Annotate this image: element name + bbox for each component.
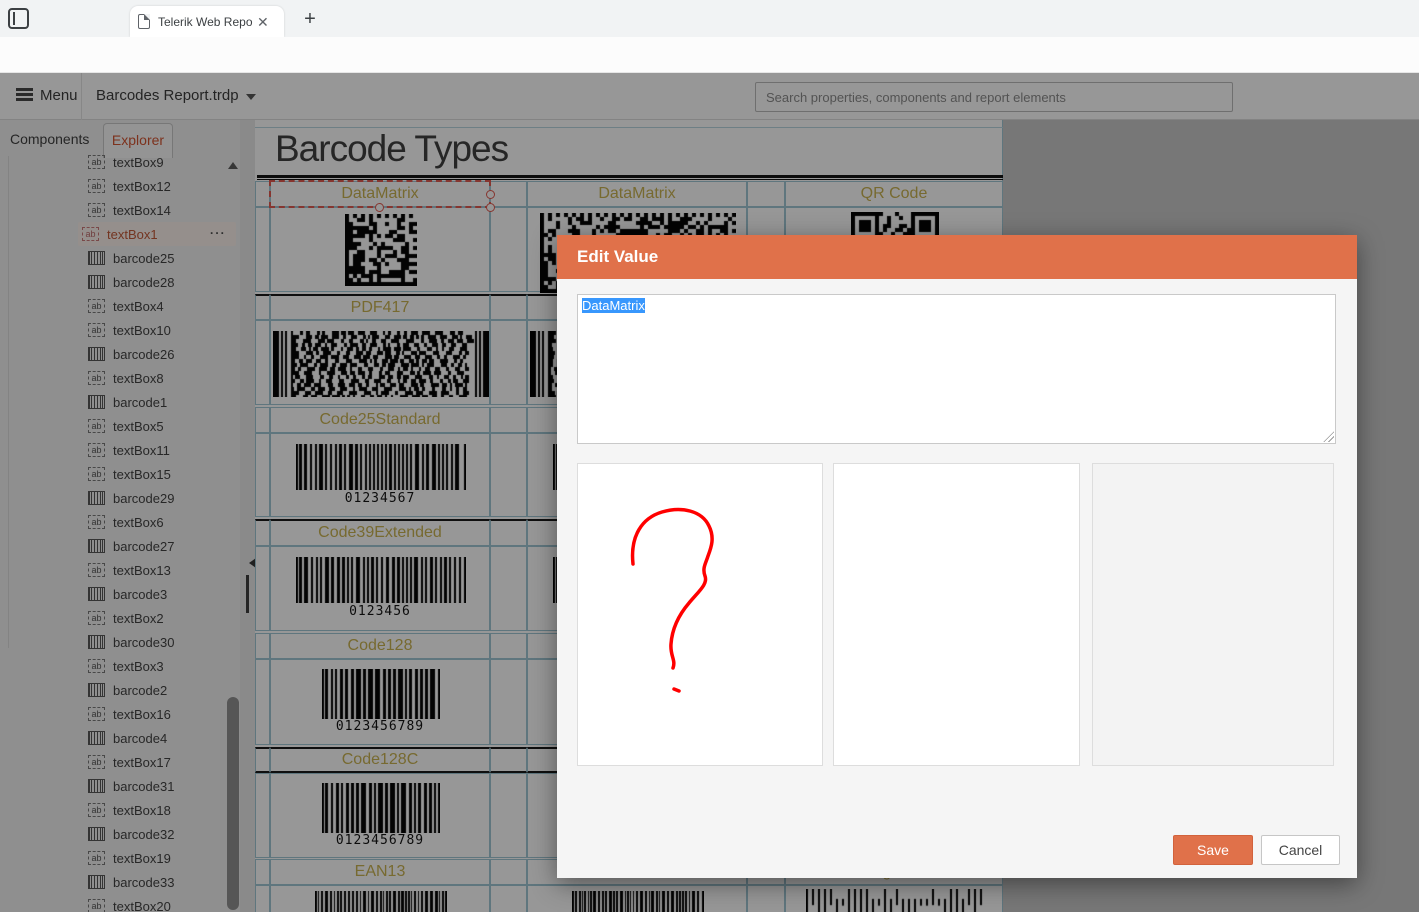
value-textarea[interactable]: DataMatrix: [577, 294, 1336, 444]
tab-actions-icon[interactable]: [8, 8, 29, 29]
browser-nav-bar: ← → ⟳ https://localhost:7153/webreportde…: [0, 37, 1419, 108]
page-favicon-icon: [138, 14, 150, 29]
textarea-resize-grip[interactable]: [1322, 430, 1334, 442]
edit-value-dialog: Edit Value DataMatrix Save Cancel: [557, 235, 1357, 878]
screen: Telerik Web Report Designer Dem ✕ + ← → …: [0, 0, 1419, 912]
browser-tab[interactable]: Telerik Web Report Designer Dem ✕: [130, 6, 284, 37]
cancel-button[interactable]: Cancel: [1261, 835, 1340, 865]
preview-panel-secondary[interactable]: [1092, 463, 1334, 766]
tab-title: Telerik Web Report Designer Dem: [158, 14, 253, 29]
selected-value-text: DataMatrix: [582, 298, 645, 313]
drawing-panel[interactable]: [577, 463, 823, 766]
save-button[interactable]: Save: [1173, 835, 1253, 865]
preview-panel[interactable]: [833, 463, 1080, 766]
browser-tab-strip: Telerik Web Report Designer Dem ✕ +: [0, 0, 1419, 37]
close-tab-icon[interactable]: ✕: [257, 15, 269, 29]
dialog-title: Edit Value: [557, 235, 1357, 279]
question-mark-annotation: [630, 507, 714, 693]
new-tab-button[interactable]: +: [296, 6, 324, 34]
